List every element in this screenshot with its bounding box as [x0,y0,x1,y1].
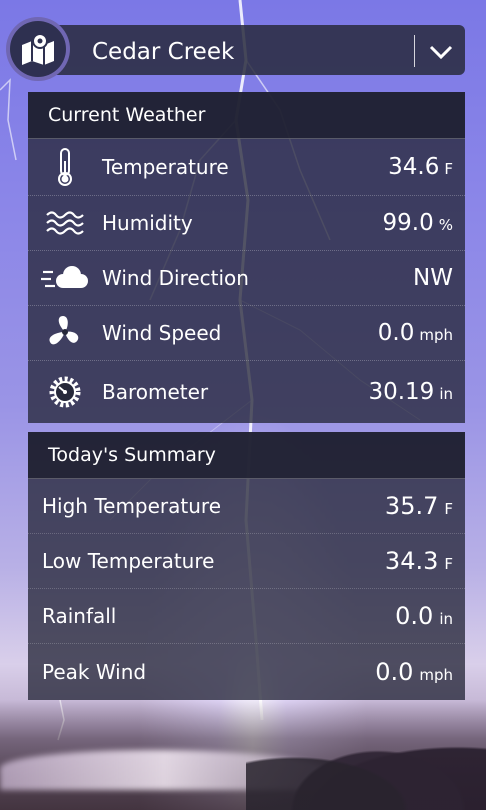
rainfall-value: 0.0 in [395,602,453,630]
humidity-value: 99.0% [382,210,453,236]
humidity-waves-icon [28,210,102,236]
wind-speed-label: Wind Speed [102,321,222,345]
humidity-label: Humidity [102,211,193,235]
low-temperature-label: Low Temperature [42,549,215,573]
chevron-down-icon[interactable] [426,38,456,66]
humidity-unit: % [438,216,453,234]
barometer-value: 30.19 in [368,379,453,405]
wind-speed-unit: mph [419,326,453,344]
low-temperature-value: 34.3 F [384,547,453,575]
rainfall-unit: in [439,610,453,628]
current-weather-panel: Current Weather Temperature 34.6 F Humidi… [28,92,465,423]
wind-direction-value: NW [413,265,453,291]
rainfall-label: Rainfall [42,604,117,628]
high-temperature-label: High Temperature [42,494,222,518]
low-temperature-unit: F [444,555,453,573]
high-temperature-row: High Temperature 35.7 F [28,479,465,534]
wind-speed-value: 0.0 mph [377,320,453,346]
peak-wind-label: Peak Wind [42,660,147,684]
low-temperature-row: Low Temperature 34.3 F [28,534,465,589]
temperature-value: 34.6 F [388,154,453,180]
wind-cloud-icon [28,263,102,293]
wind-speed-row: Wind Speed 0.0 mph [28,306,465,361]
humidity-row: Humidity 99.0% [28,196,465,251]
fan-icon [28,314,102,352]
temperature-unit: F [444,160,453,178]
barometer-row: Barometer 30.19 in [28,361,465,423]
temperature-row: Temperature 34.6 F [28,139,465,196]
barometer-label: Barometer [102,380,209,404]
header-divider [414,35,415,67]
high-temperature-unit: F [444,500,453,518]
todays-summary-panel: Today's Summary High Temperature 35.7 F L… [28,432,465,700]
peak-wind-row: Peak Wind 0.0 mph [28,644,465,700]
todays-summary-heading: Today's Summary [28,432,465,479]
gauge-icon [28,374,102,410]
location-name: Cedar Creek [92,39,235,65]
tree-silhouettes [246,720,486,810]
wind-direction-label: Wind Direction [102,266,249,290]
rainfall-row: Rainfall 0.0 in [28,589,465,644]
map-pin-icon[interactable] [6,17,70,81]
current-weather-heading: Current Weather [28,92,465,139]
high-temperature-value: 35.7 F [384,492,453,520]
temperature-label: Temperature [102,155,229,179]
wind-direction-row: Wind Direction NW [28,251,465,306]
thermometer-icon [28,147,102,187]
barometer-unit: in [439,385,453,403]
peak-wind-unit: mph [419,666,453,684]
peak-wind-value: 0.0 mph [375,658,453,686]
